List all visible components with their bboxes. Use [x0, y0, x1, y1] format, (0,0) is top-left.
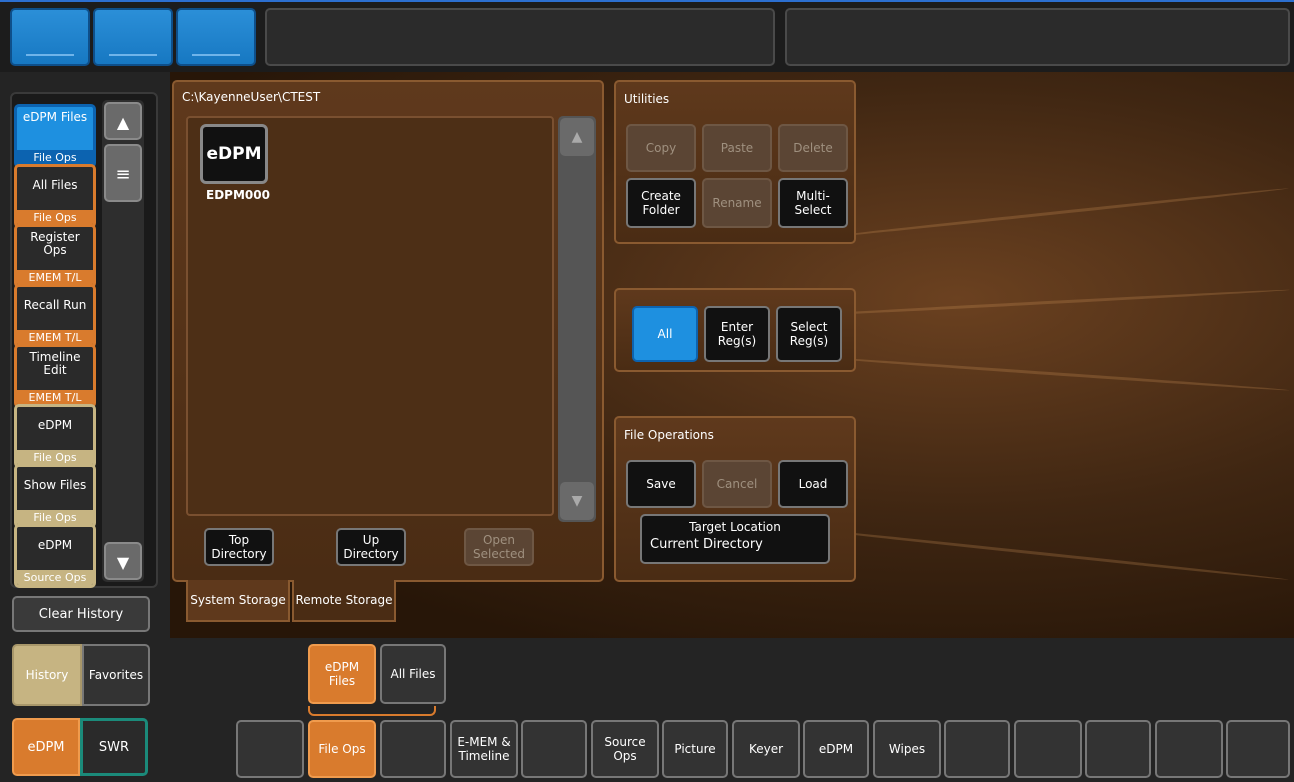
scroll-thumb-icon[interactable]: ≡	[104, 144, 142, 202]
subtab-bracket	[308, 706, 436, 716]
open-selected-button[interactable]: Open Selected	[464, 528, 534, 566]
history-item-show-files[interactable]: Show Files File Ops	[14, 464, 96, 528]
scroll-up-icon[interactable]: ▲	[104, 102, 142, 140]
history-tab[interactable]: History	[12, 644, 82, 706]
history-item-register-ops[interactable]: Register Ops EMEM T/L	[14, 224, 96, 288]
history-item-edpm-files[interactable]: eDPM Files File Ops	[14, 104, 96, 168]
file-operations-title: File Operations	[624, 428, 714, 442]
file-list[interactable]: eDPM EDPM000	[186, 116, 554, 516]
swr-mode-button[interactable]: SWR	[80, 718, 148, 776]
remote-storage-tab[interactable]: Remote Storage	[292, 580, 396, 622]
bottom-tab-empty-8[interactable]	[1226, 720, 1290, 778]
bottom-tab-empty-1[interactable]	[236, 720, 304, 778]
scroll-down-icon[interactable]: ▼	[560, 482, 594, 520]
favorites-tab[interactable]: Favorites	[82, 644, 150, 706]
history-item-title: Register Ops	[30, 230, 80, 257]
load-button[interactable]: Load	[778, 460, 848, 508]
target-location-value: Current Directory	[650, 537, 763, 552]
history-item-title: Show Files	[23, 478, 87, 492]
history-item-edpm-source[interactable]: eDPM Source Ops	[14, 524, 96, 588]
edpm-mode-button[interactable]: eDPM	[12, 718, 80, 776]
rename-button[interactable]: Rename	[702, 178, 772, 228]
bottom-tab-empty-2[interactable]	[380, 720, 446, 778]
up-directory-button[interactable]: Up Directory	[336, 528, 406, 566]
top-shortcut-button-1[interactable]	[10, 8, 90, 66]
history-item-recall-run[interactable]: Recall Run EMEM T/L	[14, 284, 96, 348]
edpm-files-subtab[interactable]: eDPM Files	[308, 644, 376, 704]
edpm-file-icon[interactable]: eDPM	[200, 124, 268, 184]
all-files-subtab[interactable]: All Files	[380, 644, 446, 704]
history-item-title: eDPM Files	[22, 110, 88, 124]
utilities-title: Utilities	[624, 92, 670, 106]
bottom-tab-empty-6[interactable]	[1085, 720, 1151, 778]
bottom-tab-wipes[interactable]: Wipes	[873, 720, 941, 778]
target-location-label: Target Location	[689, 520, 781, 534]
multi-select-button[interactable]: Multi-Select	[778, 178, 848, 228]
top-shortcut-button-3[interactable]	[176, 8, 256, 66]
system-storage-tab[interactable]: System Storage	[186, 580, 290, 622]
top-directory-button[interactable]: Top Directory	[204, 528, 274, 566]
history-item-title: All Files	[32, 178, 78, 192]
bottom-tab-ememtimeline[interactable]: E-MEM & Timeline	[450, 720, 518, 778]
bottom-tab-picture[interactable]: Picture	[662, 720, 728, 778]
history-item-title: Timeline Edit	[29, 350, 81, 377]
bottom-tab-empty-4[interactable]	[944, 720, 1010, 778]
history-item-all-files[interactable]: All Files File Ops	[14, 164, 96, 228]
select-regs-button[interactable]: Select Reg(s)	[776, 306, 842, 362]
history-item-subtitle: File Ops	[17, 150, 93, 165]
history-item-title: eDPM	[37, 538, 73, 552]
top-bar	[0, 0, 1294, 72]
history-item-subtitle: File Ops	[17, 450, 93, 465]
all-regs-button[interactable]: All	[632, 306, 698, 362]
file-operations-panel: File Operations Save Cancel Load Target …	[614, 416, 856, 582]
enter-regs-button[interactable]: Enter Reg(s)	[704, 306, 770, 362]
paste-button[interactable]: Paste	[702, 124, 772, 172]
history-item-subtitle: File Ops	[17, 510, 93, 525]
scroll-up-icon[interactable]: ▲	[560, 118, 594, 156]
target-location-button[interactable]: Target Location Current Directory	[640, 514, 830, 564]
history-scrollbar[interactable]: ▲ ≡ ▼	[102, 100, 144, 582]
bottom-tab-edpm[interactable]: eDPM	[803, 720, 869, 778]
file-browser-panel: C:\KayenneUser\CTEST eDPM EDPM000 ▲ ▼ To…	[172, 80, 604, 582]
file-name[interactable]: EDPM000	[206, 188, 270, 202]
bottom-tab-empty-7[interactable]	[1155, 720, 1223, 778]
create-folder-button[interactable]: Create Folder	[626, 178, 696, 228]
cancel-button[interactable]: Cancel	[702, 460, 772, 508]
current-path: C:\KayenneUser\CTEST	[182, 90, 321, 104]
register-select-panel: All Enter Reg(s) Select Reg(s)	[614, 288, 856, 372]
scroll-down-icon[interactable]: ▼	[104, 542, 142, 580]
delete-button[interactable]: Delete	[778, 124, 848, 172]
history-item-subtitle: EMEM T/L	[17, 270, 93, 285]
history-item-edpm[interactable]: eDPM File Ops	[14, 404, 96, 468]
history-item-subtitle: Source Ops	[17, 570, 93, 585]
clear-history-button[interactable]: Clear History	[12, 596, 150, 632]
history-item-title: Recall Run	[23, 298, 87, 312]
utilities-panel: Utilities Copy Paste Delete Create Folde…	[614, 80, 856, 244]
bottom-tab-empty-3[interactable]	[521, 720, 587, 778]
bottom-tab-file-ops[interactable]: File Ops	[308, 720, 376, 778]
history-item-subtitle: EMEM T/L	[17, 390, 93, 405]
save-button[interactable]: Save	[626, 460, 696, 508]
file-list-scrollbar[interactable]: ▲ ▼	[558, 116, 596, 522]
bottom-tab-keyer[interactable]: Keyer	[732, 720, 800, 778]
top-status-field-2	[785, 8, 1290, 66]
top-status-field-1	[265, 8, 775, 66]
bottom-tab-source-ops[interactable]: Source Ops	[591, 720, 659, 778]
bottom-tab-empty-5[interactable]	[1014, 720, 1082, 778]
history-item-title: eDPM	[37, 418, 73, 432]
history-item-subtitle: EMEM T/L	[17, 330, 93, 345]
copy-button[interactable]: Copy	[626, 124, 696, 172]
history-item-timeline-edit[interactable]: Timeline Edit EMEM T/L	[14, 344, 96, 408]
history-item-subtitle: File Ops	[17, 210, 93, 225]
top-shortcut-button-2[interactable]	[93, 8, 173, 66]
